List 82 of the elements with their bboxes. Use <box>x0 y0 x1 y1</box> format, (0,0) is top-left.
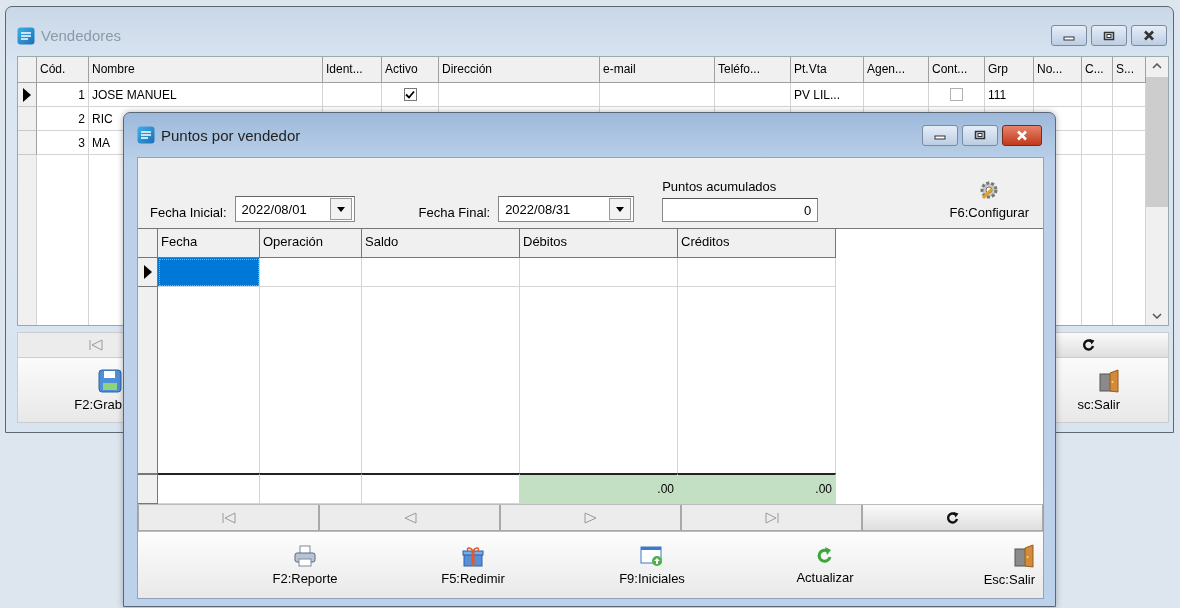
current-row-indicator-icon <box>23 87 31 102</box>
field-label: Fecha Inicial: <box>150 205 227 222</box>
column-header[interactable]: Activo <box>382 57 439 83</box>
door-icon <box>1098 368 1120 393</box>
date-dropdown[interactable]: 2022/08/01 <box>234 196 355 222</box>
table-cell[interactable] <box>520 258 678 287</box>
table-cell <box>1082 131 1113 155</box>
column-header[interactable]: Agen... <box>864 57 929 83</box>
table-cell: 2 <box>37 107 89 131</box>
configure-button[interactable]: F6:Configurar <box>949 179 1029 222</box>
column-header[interactable]: No... <box>1034 57 1082 83</box>
close-icon <box>1015 129 1029 141</box>
points-field[interactable]: 0 <box>662 198 819 222</box>
total-cell: .00 <box>520 473 678 504</box>
next-record-icon <box>583 511 598 524</box>
table-cell: PV LIL... <box>791 83 864 107</box>
maximize-icon <box>974 130 986 140</box>
close-button[interactable] <box>1002 124 1042 146</box>
column-header[interactable]: Saldo <box>362 229 520 258</box>
first-record-icon <box>87 339 104 351</box>
field-label: Fecha Final: <box>418 205 491 222</box>
column-header[interactable]: Pt.Vta <box>791 57 864 83</box>
scrollbar[interactable] <box>1146 57 1168 325</box>
column-header[interactable]: C... <box>1082 57 1113 83</box>
toolbar-button[interactable]: F9:Iniciales <box>554 532 750 598</box>
window-title: Vendedores <box>41 27 122 44</box>
table-cell: 3 <box>37 131 89 155</box>
refresh-icon <box>945 510 960 525</box>
table-cell <box>1082 107 1113 131</box>
toolbar-button[interactable]: Actualizar <box>750 532 900 598</box>
date-dropdown[interactable]: 2022/08/31 <box>498 196 635 222</box>
door-icon <box>1013 543 1035 568</box>
total-cell: .00 <box>678 473 836 504</box>
previous-record-icon <box>402 511 417 524</box>
row-header[interactable] <box>18 83 37 107</box>
column-header[interactable]: Fecha <box>158 229 260 258</box>
table-cell: 111 <box>985 83 1034 107</box>
caret-icon <box>616 206 625 212</box>
current-row-indicator-icon <box>143 265 152 279</box>
maximize-button[interactable] <box>962 124 998 146</box>
maximize-icon <box>1103 30 1115 41</box>
toolbar-button[interactable]: F2:Reporte <box>218 532 392 598</box>
toolbar-button[interactable]: sc:Salir <box>1016 358 1158 422</box>
table-cell <box>1082 83 1113 107</box>
table-cell[interactable] <box>260 258 362 287</box>
gift-icon <box>462 544 484 567</box>
column-header[interactable]: Cont... <box>929 57 985 83</box>
toolbar-button[interactable]: F5:Redimir <box>392 532 554 598</box>
column-header[interactable]: S... <box>1113 57 1146 83</box>
column-header[interactable]: Teléfo... <box>715 57 791 83</box>
column-header[interactable]: Débitos <box>520 229 678 258</box>
column-header[interactable]: Ident... <box>323 57 382 83</box>
table-cell[interactable] <box>158 258 260 287</box>
first-record-icon <box>220 511 237 524</box>
last-record-icon <box>763 511 780 524</box>
table-cell: 1 <box>37 83 89 107</box>
toolbar-button[interactable]: F2:Grab <box>18 358 124 422</box>
close-button[interactable] <box>1131 25 1167 46</box>
printer-icon <box>294 544 316 567</box>
window-arrow-icon <box>640 544 664 567</box>
table-cell <box>1034 83 1082 107</box>
column-header[interactable]: Grp <box>985 57 1034 83</box>
table-cell[interactable] <box>362 258 520 287</box>
table-cell: JOSE MANUEL <box>89 83 323 107</box>
field-label: Puntos acumulados <box>662 179 778 194</box>
close-icon <box>1142 30 1156 41</box>
column-header[interactable]: Dirección <box>439 57 600 83</box>
app-icon <box>137 126 155 144</box>
toolbar-button[interactable]: Esc:Salir <box>900 532 1043 598</box>
column-header[interactable]: Cód. <box>37 57 89 83</box>
checkbox[interactable] <box>950 88 963 101</box>
app-icon <box>17 26 35 45</box>
column-header[interactable]: e-mail <box>600 57 715 83</box>
column-header[interactable]: Operación <box>260 229 362 258</box>
maximize-button[interactable] <box>1091 25 1127 46</box>
column-header[interactable]: Nombre <box>89 57 323 83</box>
scroll-thumb[interactable] <box>1146 77 1168 207</box>
row-header[interactable] <box>138 258 158 287</box>
column-header[interactable]: Créditos <box>678 229 836 258</box>
caret-icon <box>336 206 345 212</box>
checkbox[interactable] <box>403 88 417 101</box>
refresh-icon <box>1081 338 1096 352</box>
